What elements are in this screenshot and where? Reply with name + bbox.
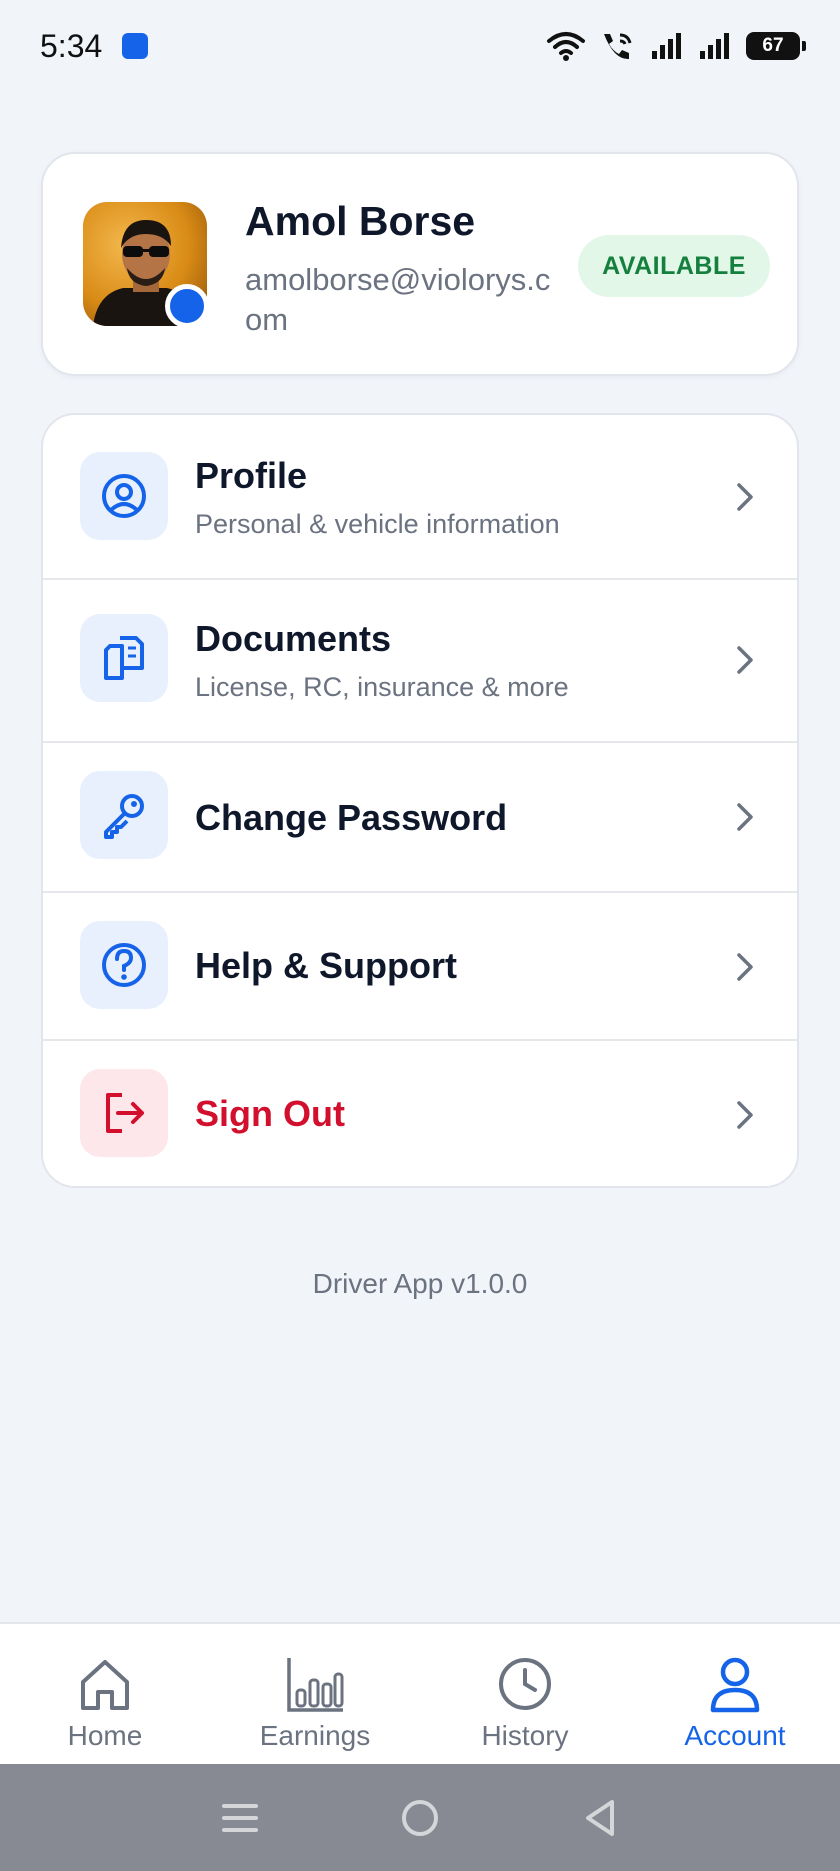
availability-badge[interactable]: AVAILABLE xyxy=(578,235,770,297)
app-notification-icon xyxy=(122,33,149,59)
profile-email: amolborse@violorys.com xyxy=(245,262,551,337)
menu-item-title: Profile xyxy=(195,455,308,496)
home-system-icon[interactable] xyxy=(400,1798,440,1838)
back-icon[interactable] xyxy=(580,1798,620,1838)
menu-item-documents[interactable]: Documents License, RC, insurance & more xyxy=(43,578,797,741)
user-circle-icon xyxy=(80,452,168,540)
recent-apps-icon[interactable] xyxy=(220,1800,260,1836)
nav-label: Home xyxy=(67,1720,143,1751)
status-bar: 5:34 67 xyxy=(0,0,840,92)
menu-item-sign-out[interactable]: Sign Out xyxy=(43,1039,797,1186)
chevron-right-icon xyxy=(737,483,753,511)
account-menu: Profile Personal & vehicle information D… xyxy=(41,413,799,1188)
menu-item-help-support[interactable]: Help & Support xyxy=(43,891,797,1039)
menu-item-title: Documents xyxy=(195,618,392,659)
nav-history[interactable]: History xyxy=(420,1624,630,1764)
nav-earnings[interactable]: Earnings xyxy=(210,1624,420,1764)
online-status-dot xyxy=(165,284,209,328)
system-nav-bar xyxy=(0,1764,840,1871)
sign-out-icon xyxy=(80,1069,168,1157)
menu-item-change-password[interactable]: Change Password xyxy=(43,741,797,891)
clock-icon xyxy=(499,1658,551,1710)
bar-chart-icon xyxy=(287,1658,344,1712)
chevron-right-icon xyxy=(737,1101,753,1129)
nav-label: Account xyxy=(684,1720,786,1751)
help-circle-icon xyxy=(80,921,168,1009)
menu-item-title: Help & Support xyxy=(195,945,457,986)
battery-icon: 67 xyxy=(746,32,806,60)
wifi-calling-icon xyxy=(604,33,632,60)
bottom-nav: Home Earnings History Account xyxy=(0,1622,840,1764)
nav-label: History xyxy=(481,1720,569,1751)
chevron-right-icon xyxy=(737,953,753,981)
signal-icon-2 xyxy=(700,33,729,59)
wifi-icon xyxy=(547,32,585,61)
key-icon xyxy=(80,771,168,859)
menu-item-title: Sign Out xyxy=(195,1093,345,1134)
menu-item-title: Change Password xyxy=(195,797,508,838)
nav-label: Earnings xyxy=(259,1720,371,1751)
profile-name: Amol Borse xyxy=(245,198,476,244)
chevron-right-icon xyxy=(737,803,753,831)
nav-account[interactable]: Account xyxy=(630,1624,840,1764)
nav-home[interactable]: Home xyxy=(0,1624,210,1764)
profile-card[interactable]: Amol Borse amolborse@violorys.com AVAILA… xyxy=(41,152,799,376)
menu-item-subtitle: License, RC, insurance & more xyxy=(195,672,569,702)
chevron-right-icon xyxy=(737,646,753,674)
app-version: Driver App v1.0.0 xyxy=(312,1268,528,1299)
status-time: 5:34 xyxy=(40,27,103,64)
documents-icon xyxy=(80,614,168,702)
menu-item-profile[interactable]: Profile Personal & vehicle information xyxy=(43,415,797,578)
signal-icon xyxy=(652,33,681,59)
menu-item-subtitle: Personal & vehicle information xyxy=(195,509,560,539)
home-icon xyxy=(81,1660,129,1710)
user-icon xyxy=(710,1657,760,1713)
